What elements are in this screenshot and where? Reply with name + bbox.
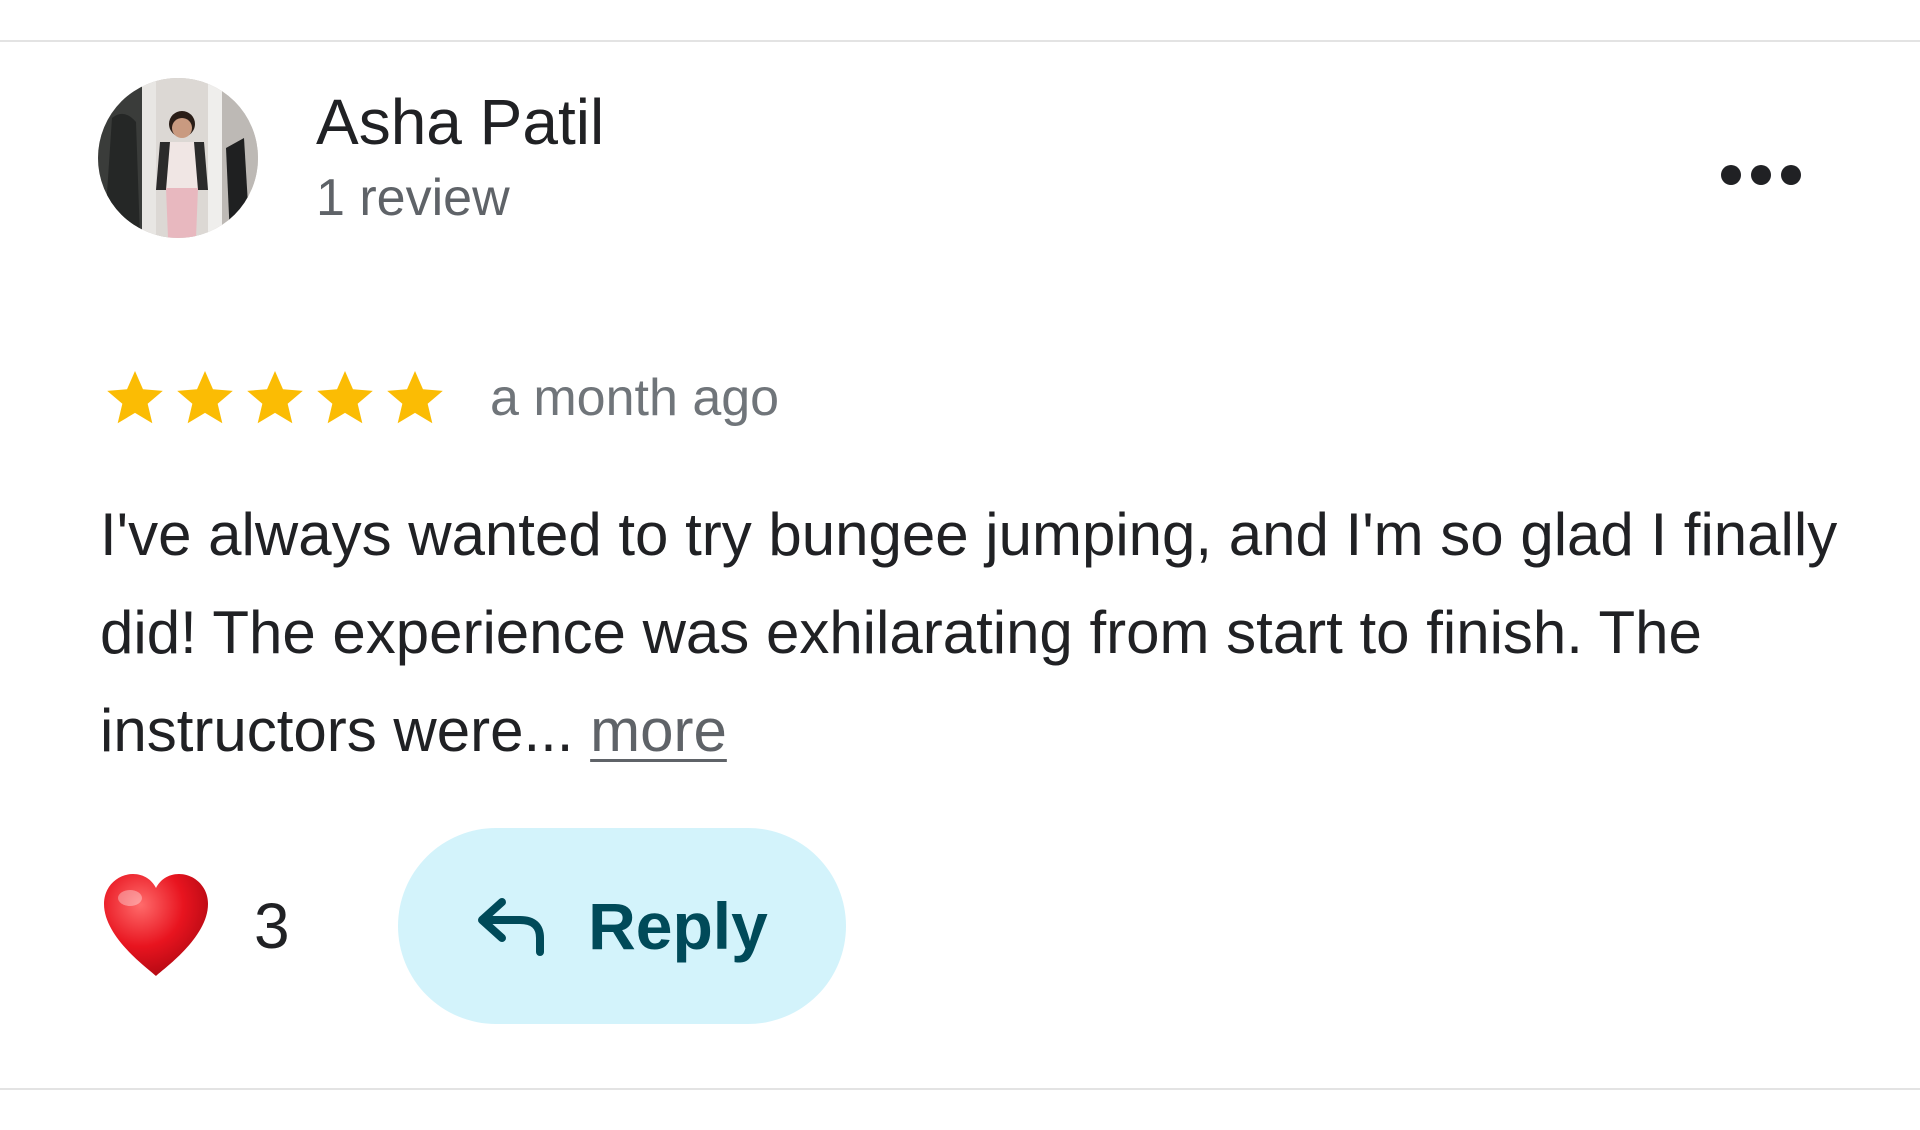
like-button[interactable]: 3 [100, 868, 290, 984]
star-icon [107, 371, 163, 424]
avatar-photo [98, 78, 258, 238]
reply-button[interactable]: Reply [398, 828, 846, 1024]
review-text: I've always wanted to try bungee jumping… [100, 486, 1860, 780]
rating-row: a month ago [100, 358, 779, 438]
review-date: a month ago [490, 369, 780, 427]
page: Asha Patil 1 review a month ago I've alw… [0, 0, 1920, 1130]
more-link[interactable]: more [590, 697, 727, 764]
star-icon [387, 371, 443, 424]
reply-arrow-icon [478, 898, 545, 956]
reply-label: Reply [588, 889, 768, 963]
avatar[interactable] [98, 78, 258, 238]
review-body: I've always wanted to try bungee jumping… [100, 501, 1838, 764]
star-icon [317, 371, 373, 424]
more-horiz-icon [1721, 165, 1801, 185]
reviewer-name[interactable]: Asha Patil [316, 82, 604, 162]
bottom-divider [0, 1088, 1920, 1090]
more-options-button[interactable] [1706, 140, 1816, 210]
reviewer-review-count[interactable]: 1 review [316, 166, 510, 230]
star-rating [100, 365, 450, 431]
heart-icon [104, 874, 208, 976]
star-icon [177, 371, 233, 424]
star-icon [247, 371, 303, 424]
like-count: 3 [254, 890, 290, 962]
